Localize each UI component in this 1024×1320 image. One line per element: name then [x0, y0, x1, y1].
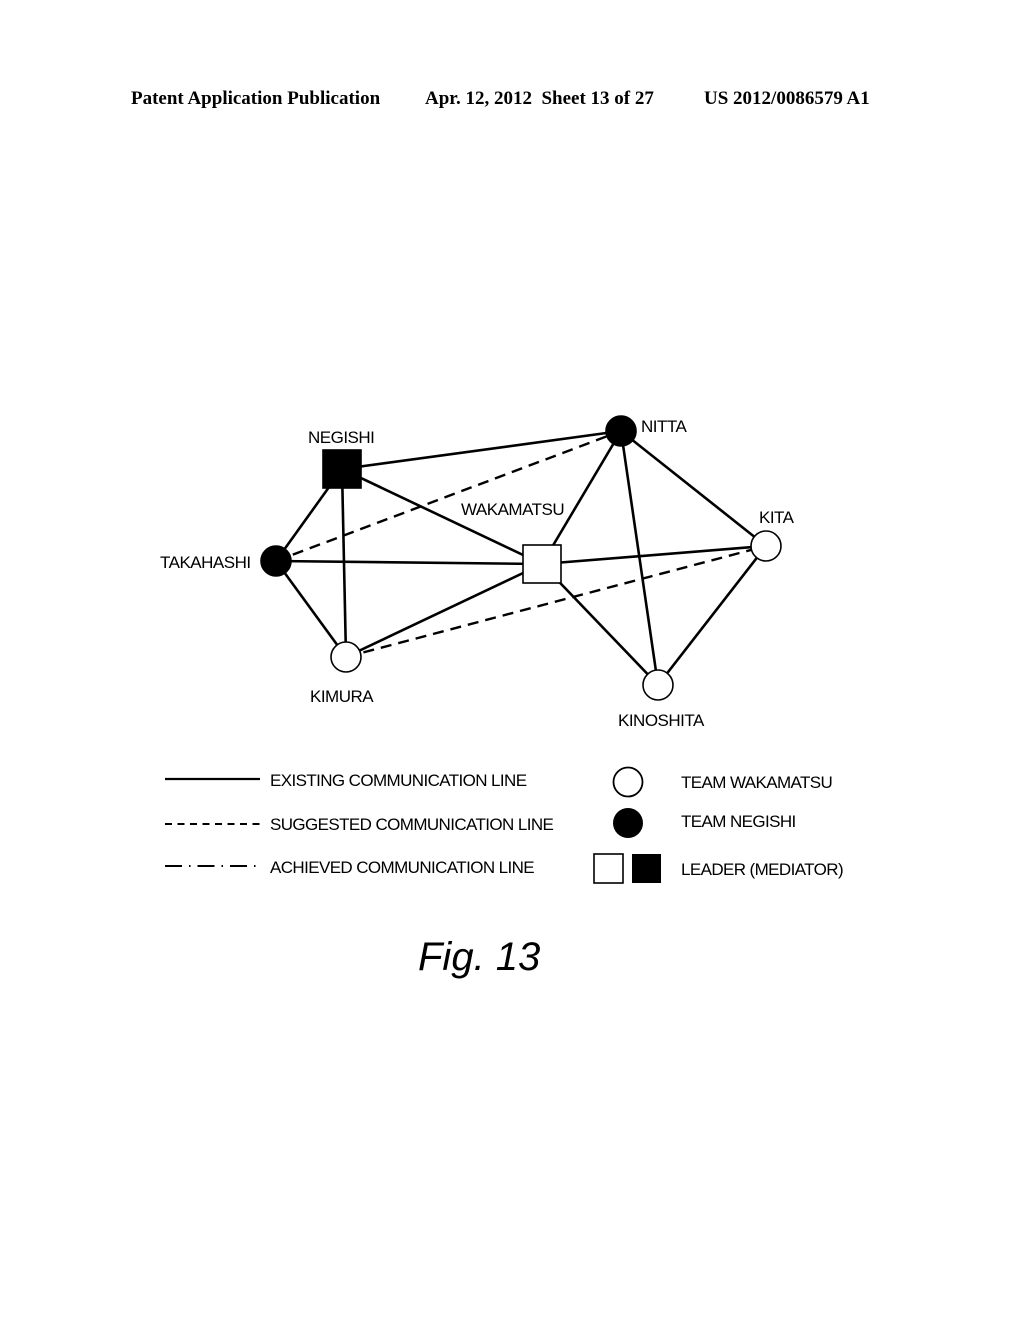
legend-label-suggested: SUGGESTED COMMUNICATION LINE: [270, 815, 554, 834]
node-label-kimura: KIMURA: [310, 687, 374, 706]
legend-label-existing: EXISTING COMMUNICATION LINE: [270, 771, 527, 790]
edge-existing-nitta-kita: [620, 429, 767, 548]
edge-existing-kita-kinoshita: [656, 545, 768, 686]
figure-caption: Fig. 13: [418, 935, 541, 979]
legend-black-square-icon: [632, 854, 661, 883]
node-wakamatsu-leader-square: [522, 544, 562, 584]
node-labels: NEGISHI TAKAHASHI KIMURA WAKAMATSU NITTA…: [160, 417, 795, 730]
node-nitta-circle: [605, 415, 637, 447]
node-label-nitta: NITTA: [641, 417, 688, 436]
node-label-wakamatsu: WAKAMATSU: [461, 500, 564, 519]
legend-label-team-wakamatsu: TEAM WAKAMATSU: [681, 773, 832, 792]
legend-white-square-icon: [593, 853, 624, 884]
edge-existing-kimura-wakamatsu: [345, 562, 543, 659]
node-kinoshita-circle: [642, 669, 674, 701]
node-negishi-leader-square: [322, 449, 362, 489]
node-label-negishi: NEGISHI: [308, 428, 374, 447]
edge-existing-takahashi-wakamatsu: [275, 559, 543, 566]
node-label-kita: KITA: [759, 508, 795, 527]
node-label-kinoshita: KINOSHITA: [618, 711, 705, 730]
nodes: [260, 415, 782, 701]
legend: EXISTING COMMUNICATION LINE SUGGESTED CO…: [165, 766, 844, 884]
node-takahashi-circle: [260, 545, 292, 577]
legend-white-circle-icon: [612, 766, 644, 798]
legend-label-team-negishi: TEAM NEGISHI: [681, 812, 796, 831]
legend-black-circle-icon: [613, 808, 643, 838]
node-kimura-circle: [330, 641, 362, 673]
network-diagram: NEGISHI TAKAHASHI KIMURA WAKAMATSU NITTA…: [160, 415, 844, 884]
legend-label-achieved: ACHIEVED COMMUNICATION LINE: [270, 858, 534, 877]
node-kita-circle: [750, 530, 782, 562]
edge-existing-wakamatsu-nitta: [540, 430, 623, 565]
legend-label-leader: LEADER (MEDIATOR): [681, 860, 843, 879]
edge-existing-negishi-nitta: [341, 429, 622, 471]
edge-existing-takahashi-kimura: [274, 560, 348, 658]
node-label-takahashi: TAKAHASHI: [160, 553, 251, 572]
